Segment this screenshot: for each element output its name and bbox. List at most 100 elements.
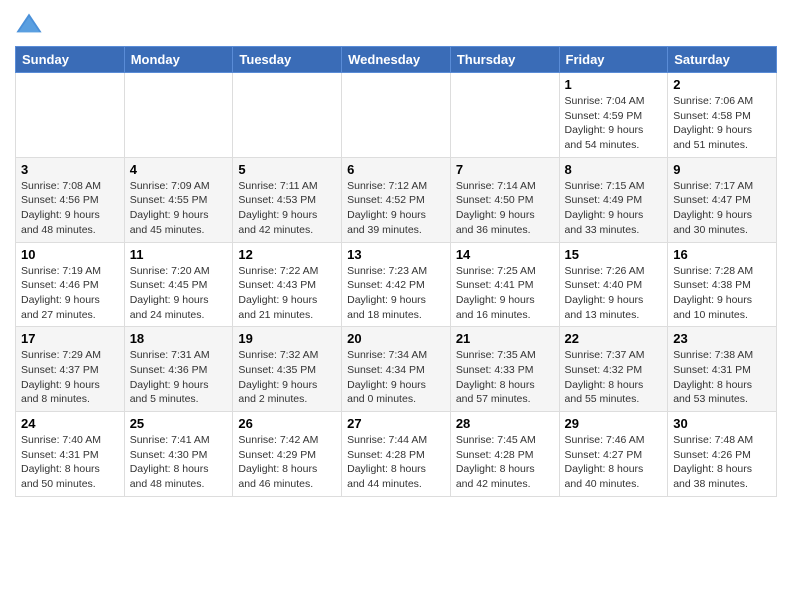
day-info: Sunrise: 7:31 AM Sunset: 4:36 PM Dayligh…	[130, 348, 228, 407]
week-row-2: 3 Sunrise: 7:08 AM Sunset: 4:56 PM Daylig…	[16, 157, 777, 242]
day-info: Sunrise: 7:06 AM Sunset: 4:58 PM Dayligh…	[673, 94, 771, 153]
day-info: Sunrise: 7:09 AM Sunset: 4:55 PM Dayligh…	[130, 179, 228, 238]
day-info: Sunrise: 7:15 AM Sunset: 4:49 PM Dayligh…	[565, 179, 663, 238]
day-info: Sunrise: 7:19 AM Sunset: 4:46 PM Dayligh…	[21, 264, 119, 323]
week-row-3: 10 Sunrise: 7:19 AM Sunset: 4:46 PM Dayli…	[16, 242, 777, 327]
logo	[15, 10, 47, 38]
day-info: Sunrise: 7:08 AM Sunset: 4:56 PM Dayligh…	[21, 179, 119, 238]
day-number: 19	[238, 331, 336, 346]
day-number: 3	[21, 162, 119, 177]
day-info: Sunrise: 7:37 AM Sunset: 4:32 PM Dayligh…	[565, 348, 663, 407]
day-number: 15	[565, 247, 663, 262]
empty-cell	[233, 73, 342, 158]
day-number: 9	[673, 162, 771, 177]
day-cell-1: 1 Sunrise: 7:04 AM Sunset: 4:59 PM Daylig…	[559, 73, 668, 158]
day-cell-23: 23 Sunrise: 7:38 AM Sunset: 4:31 PM Dayli…	[668, 327, 777, 412]
day-info: Sunrise: 7:32 AM Sunset: 4:35 PM Dayligh…	[238, 348, 336, 407]
day-number: 28	[456, 416, 554, 431]
day-cell-15: 15 Sunrise: 7:26 AM Sunset: 4:40 PM Dayli…	[559, 242, 668, 327]
day-number: 22	[565, 331, 663, 346]
empty-cell	[450, 73, 559, 158]
day-info: Sunrise: 7:17 AM Sunset: 4:47 PM Dayligh…	[673, 179, 771, 238]
day-cell-9: 9 Sunrise: 7:17 AM Sunset: 4:47 PM Daylig…	[668, 157, 777, 242]
day-cell-26: 26Sunrise: 7:42 AM Sunset: 4:29 PM Dayli…	[233, 412, 342, 497]
day-cell-17: 17Sunrise: 7:29 AM Sunset: 4:37 PM Dayli…	[16, 327, 125, 412]
weekday-header-friday: Friday	[559, 47, 668, 73]
day-number: 21	[456, 331, 554, 346]
day-info: Sunrise: 7:45 AM Sunset: 4:28 PM Dayligh…	[456, 433, 554, 492]
day-cell-13: 13Sunrise: 7:23 AM Sunset: 4:42 PM Dayli…	[342, 242, 451, 327]
day-cell-11: 11 Sunrise: 7:20 AM Sunset: 4:45 PM Dayli…	[124, 242, 233, 327]
empty-cell	[16, 73, 125, 158]
day-cell-10: 10 Sunrise: 7:19 AM Sunset: 4:46 PM Dayli…	[16, 242, 125, 327]
day-info: Sunrise: 7:25 AM Sunset: 4:41 PM Dayligh…	[456, 264, 554, 323]
day-info: Sunrise: 7:04 AM Sunset: 4:59 PM Dayligh…	[565, 94, 663, 153]
day-number: 30	[673, 416, 771, 431]
day-number: 26	[238, 416, 336, 431]
day-cell-5: 5Sunrise: 7:11 AM Sunset: 4:53 PM Daylig…	[233, 157, 342, 242]
day-cell-12: 12 Sunrise: 7:22 AM Sunset: 4:43 PM Dayli…	[233, 242, 342, 327]
day-number: 27	[347, 416, 445, 431]
day-info: Sunrise: 7:22 AM Sunset: 4:43 PM Dayligh…	[238, 264, 336, 323]
logo-icon	[15, 10, 43, 38]
day-info: Sunrise: 7:44 AM Sunset: 4:28 PM Dayligh…	[347, 433, 445, 492]
day-cell-19: 19 Sunrise: 7:32 AM Sunset: 4:35 PM Dayli…	[233, 327, 342, 412]
day-cell-30: 30 Sunrise: 7:48 AM Sunset: 4:26 PM Dayli…	[668, 412, 777, 497]
day-cell-14: 14 Sunrise: 7:25 AM Sunset: 4:41 PM Dayli…	[450, 242, 559, 327]
day-cell-6: 6 Sunrise: 7:12 AM Sunset: 4:52 PM Daylig…	[342, 157, 451, 242]
day-number: 2	[673, 77, 771, 92]
day-info: Sunrise: 7:28 AM Sunset: 4:38 PM Dayligh…	[673, 264, 771, 323]
day-info: Sunrise: 7:38 AM Sunset: 4:31 PM Dayligh…	[673, 348, 771, 407]
day-cell-4: 4Sunrise: 7:09 AM Sunset: 4:55 PM Daylig…	[124, 157, 233, 242]
day-info: Sunrise: 7:12 AM Sunset: 4:52 PM Dayligh…	[347, 179, 445, 238]
day-number: 18	[130, 331, 228, 346]
page-container: SundayMondayTuesdayWednesdayThursdayFrid…	[0, 0, 792, 507]
day-cell-20: 20Sunrise: 7:34 AM Sunset: 4:34 PM Dayli…	[342, 327, 451, 412]
day-number: 24	[21, 416, 119, 431]
day-info: Sunrise: 7:35 AM Sunset: 4:33 PM Dayligh…	[456, 348, 554, 407]
day-cell-29: 29 Sunrise: 7:46 AM Sunset: 4:27 PM Dayli…	[559, 412, 668, 497]
day-cell-24: 24Sunrise: 7:40 AM Sunset: 4:31 PM Dayli…	[16, 412, 125, 497]
day-cell-8: 8 Sunrise: 7:15 AM Sunset: 4:49 PM Daylig…	[559, 157, 668, 242]
day-number: 23	[673, 331, 771, 346]
day-info: Sunrise: 7:41 AM Sunset: 4:30 PM Dayligh…	[130, 433, 228, 492]
day-cell-2: 2 Sunrise: 7:06 AM Sunset: 4:58 PM Daylig…	[668, 73, 777, 158]
day-info: Sunrise: 7:48 AM Sunset: 4:26 PM Dayligh…	[673, 433, 771, 492]
day-number: 14	[456, 247, 554, 262]
day-info: Sunrise: 7:26 AM Sunset: 4:40 PM Dayligh…	[565, 264, 663, 323]
day-info: Sunrise: 7:20 AM Sunset: 4:45 PM Dayligh…	[130, 264, 228, 323]
weekday-header-wednesday: Wednesday	[342, 47, 451, 73]
day-number: 29	[565, 416, 663, 431]
day-info: Sunrise: 7:34 AM Sunset: 4:34 PM Dayligh…	[347, 348, 445, 407]
day-cell-27: 27 Sunrise: 7:44 AM Sunset: 4:28 PM Dayli…	[342, 412, 451, 497]
day-info: Sunrise: 7:23 AM Sunset: 4:42 PM Dayligh…	[347, 264, 445, 323]
day-number: 17	[21, 331, 119, 346]
day-number: 6	[347, 162, 445, 177]
empty-cell	[124, 73, 233, 158]
empty-cell	[342, 73, 451, 158]
week-row-5: 24Sunrise: 7:40 AM Sunset: 4:31 PM Dayli…	[16, 412, 777, 497]
day-number: 10	[21, 247, 119, 262]
week-row-4: 17Sunrise: 7:29 AM Sunset: 4:37 PM Dayli…	[16, 327, 777, 412]
day-info: Sunrise: 7:14 AM Sunset: 4:50 PM Dayligh…	[456, 179, 554, 238]
day-number: 25	[130, 416, 228, 431]
weekday-header-thursday: Thursday	[450, 47, 559, 73]
day-number: 1	[565, 77, 663, 92]
weekday-header-row: SundayMondayTuesdayWednesdayThursdayFrid…	[16, 47, 777, 73]
day-number: 12	[238, 247, 336, 262]
day-number: 8	[565, 162, 663, 177]
day-number: 11	[130, 247, 228, 262]
day-cell-18: 18 Sunrise: 7:31 AM Sunset: 4:36 PM Dayli…	[124, 327, 233, 412]
week-row-1: 1 Sunrise: 7:04 AM Sunset: 4:59 PM Daylig…	[16, 73, 777, 158]
day-cell-7: 7 Sunrise: 7:14 AM Sunset: 4:50 PM Daylig…	[450, 157, 559, 242]
header	[15, 10, 777, 38]
day-number: 7	[456, 162, 554, 177]
day-cell-16: 16Sunrise: 7:28 AM Sunset: 4:38 PM Dayli…	[668, 242, 777, 327]
day-cell-22: 22 Sunrise: 7:37 AM Sunset: 4:32 PM Dayli…	[559, 327, 668, 412]
day-cell-25: 25 Sunrise: 7:41 AM Sunset: 4:30 PM Dayli…	[124, 412, 233, 497]
weekday-header-saturday: Saturday	[668, 47, 777, 73]
day-number: 5	[238, 162, 336, 177]
weekday-header-tuesday: Tuesday	[233, 47, 342, 73]
day-info: Sunrise: 7:46 AM Sunset: 4:27 PM Dayligh…	[565, 433, 663, 492]
day-cell-21: 21 Sunrise: 7:35 AM Sunset: 4:33 PM Dayli…	[450, 327, 559, 412]
